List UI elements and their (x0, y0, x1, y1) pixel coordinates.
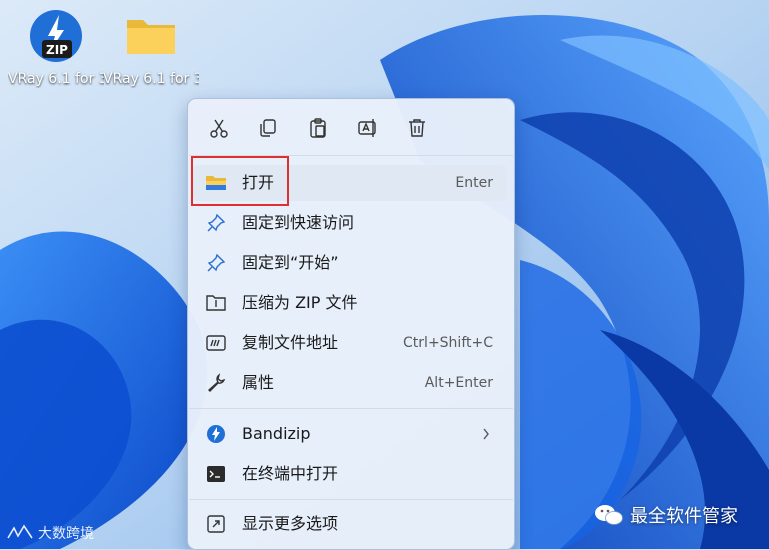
menu-item-show-more-options[interactable]: 显示更多选项 (193, 506, 507, 542)
svg-text:ZIP: ZIP (46, 43, 68, 57)
menu-item-shortcut: Ctrl+Shift+C (403, 335, 493, 351)
menu-item-shortcut: Enter (455, 175, 493, 191)
wechat-icon (595, 505, 623, 525)
pin-icon (205, 213, 227, 233)
wrench-icon (205, 373, 227, 393)
copy-icon[interactable] (255, 115, 281, 141)
chevron-right-icon (481, 425, 491, 443)
watermark-right: 最全软件管家 (594, 502, 738, 528)
desktop-icon-label: VRay 6.1 for 3dsmax 2... (8, 71, 104, 87)
menu-toolbar (188, 99, 514, 155)
paste-icon[interactable] (305, 115, 331, 141)
watermark-right-text: 最全软件管家 (630, 506, 738, 527)
delete-icon[interactable] (404, 115, 430, 141)
copy-path-icon (205, 333, 227, 353)
menu-separator (189, 499, 513, 500)
menu-item-label: 复制文件地址 (242, 333, 339, 352)
menu-item-shortcut: Alt+Enter (424, 375, 493, 391)
zip-archive-icon: ZIP (26, 6, 86, 66)
menu-item-compress-zip[interactable]: 压缩为 ZIP 文件 (193, 285, 507, 321)
cut-icon[interactable] (206, 115, 232, 141)
menu-item-open-terminal[interactable]: 在终端中打开 (193, 456, 507, 492)
watermark-left-text: 大数跨境 (38, 526, 94, 542)
highlight-box (191, 156, 289, 206)
bandizip-icon (205, 424, 227, 444)
menu-item-pin-start[interactable]: 固定到“开始” (193, 245, 507, 281)
rename-icon[interactable] (355, 115, 381, 141)
desktop-icon-zip[interactable]: ZIP VRay 6.1 for 3dsmax 2... (8, 6, 104, 88)
menu-item-label: 属性 (242, 373, 275, 392)
more-options-icon (205, 514, 227, 534)
menu-item-label: 在终端中打开 (242, 464, 339, 483)
watermark-left: 大数跨境 (6, 522, 94, 544)
menu-item-label: 固定到“开始” (242, 253, 339, 272)
menu-item-label: Bandizip (242, 424, 311, 443)
menu-item-bandizip[interactable]: Bandizip (193, 416, 507, 452)
menu-item-properties[interactable]: 属性 Alt+Enter (193, 365, 507, 401)
folder-icon (121, 6, 181, 66)
menu-item-copy-path[interactable]: 复制文件地址 Ctrl+Shift+C (193, 325, 507, 361)
watermark-logo-icon (7, 524, 33, 539)
menu-separator (189, 408, 513, 409)
desktop-icon-folder[interactable]: VRay 6.1 for 3dsmax 2... (103, 6, 199, 88)
desktop-icon-label: VRay 6.1 for 3dsmax 2... (103, 71, 199, 87)
menu-item-label: 固定到快速访问 (242, 213, 355, 232)
pin-icon (205, 253, 227, 273)
menu-item-label: 压缩为 ZIP 文件 (242, 293, 358, 312)
menu-item-label: 显示更多选项 (242, 514, 339, 533)
terminal-icon (205, 464, 227, 484)
zip-folder-icon (205, 293, 227, 313)
menu-item-pin-quick-access[interactable]: 固定到快速访问 (193, 205, 507, 241)
